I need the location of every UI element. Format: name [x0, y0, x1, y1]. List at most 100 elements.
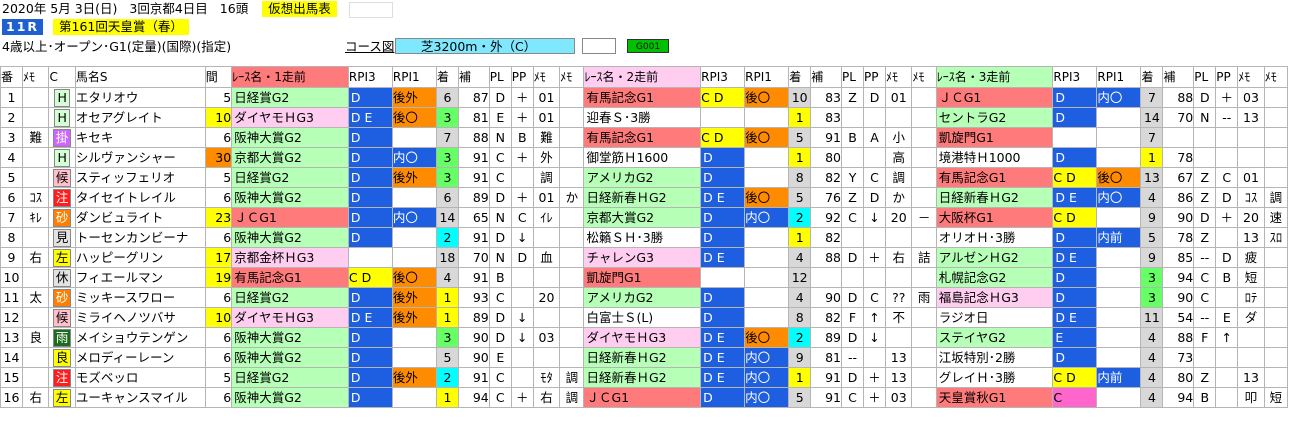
race-memo-1[interactable]: 03 [1237, 87, 1265, 108]
column-header[interactable]: ﾒﾓ [1237, 66, 1265, 88]
table-row[interactable]: 14 良メロディーレーン 6 阪神大賞G2 D 5 90 E 日経新春ＨG2 D E 内〇 9 81 --… [0, 347, 1289, 368]
race-memo-1[interactable]: 叩 [1237, 387, 1265, 408]
horse-name[interactable]: モズベッロ [74, 367, 206, 388]
past-race-name[interactable]: 阪神大賞G2 [231, 127, 349, 148]
race-memo-1[interactable] [1237, 147, 1265, 168]
condition-mark-cell[interactable]: 候 [48, 307, 76, 328]
past-race-name[interactable]: ダイヤモＨG3 [583, 327, 702, 348]
past-race-name[interactable]: 日経賞G2 [231, 87, 349, 108]
race-memo-2[interactable]: 詰 [911, 247, 937, 268]
race-memo-1[interactable] [532, 227, 561, 248]
race-memo-1[interactable]: ﾓﾀ [532, 367, 561, 388]
column-header[interactable]: ﾚｰｽ名・1走前 [231, 66, 349, 88]
column-header[interactable]: PL [841, 66, 865, 88]
memo-cell[interactable] [22, 87, 50, 108]
race-memo-1[interactable] [885, 107, 913, 128]
past-race-name[interactable]: ダイヤモＨG3 [231, 307, 349, 328]
race-memo-1[interactable]: 右 [885, 247, 913, 268]
column-header[interactable]: 馬名S [74, 66, 206, 88]
race-memo-1[interactable] [1237, 327, 1265, 348]
race-memo-1[interactable]: 03 [885, 387, 913, 408]
table-row[interactable]: 3 難掛キセキ 6 阪神大賞G2 D 7 88 N B 難有馬記念G1 C D 後〇 5 91 B A 小凱旋門… [0, 127, 1289, 148]
table-row[interactable]: 11 太砂ミッキースワロー 6 日経賞G2 D 後外 1 93 C 20 アメリカG2 D 4 90 D C?… [0, 287, 1289, 308]
race-memo-2[interactable] [911, 327, 937, 348]
race-memo-1[interactable] [885, 227, 913, 248]
past-race-name[interactable]: 有馬記念G1 [231, 267, 349, 288]
memo-cell[interactable] [22, 107, 50, 128]
race-memo-1[interactable]: ｺｽ [1237, 187, 1265, 208]
column-header[interactable]: PP [510, 66, 534, 88]
column-header[interactable]: C [48, 66, 76, 88]
condition-mark-cell[interactable]: 砂 [48, 287, 76, 308]
race-memo-2[interactable] [559, 147, 585, 168]
memo-cell[interactable]: 右 [22, 387, 50, 408]
condition-mark-cell[interactable]: 雨 [48, 327, 76, 348]
race-memo-2[interactable]: ｽﾛ [1263, 227, 1289, 248]
column-header[interactable]: ﾒﾓ [911, 66, 937, 88]
memo-cell[interactable]: ｷﾚ [22, 207, 50, 228]
past-race-name[interactable]: 日経賞G2 [231, 167, 349, 188]
table-row[interactable]: 7 ｷﾚ砂ダンビュライト 23 ＪＣG1 D 内〇 14 65 N C ｲﾚ 京都大賞G2 D 内〇 2 92… [0, 207, 1289, 228]
past-race-name[interactable]: オリオＨ･3勝 [935, 227, 1054, 248]
race-memo-2[interactable] [559, 327, 585, 348]
column-header[interactable]: RPI1 [391, 66, 437, 88]
race-memo-2[interactable]: 調 [1263, 187, 1289, 208]
past-race-name[interactable]: ＪＣG1 [583, 387, 702, 408]
past-race-name[interactable]: アメリカG2 [583, 287, 702, 308]
past-race-name[interactable]: 札幌記念G2 [935, 267, 1054, 288]
race-memo-2[interactable] [1263, 327, 1289, 348]
column-header[interactable]: ﾚｰｽ名・2走前 [583, 66, 702, 88]
column-header[interactable]: RPI1 [1096, 66, 1142, 88]
condition-mark-cell[interactable]: 掛 [48, 127, 76, 148]
race-memo-2[interactable] [559, 267, 585, 288]
past-race-name[interactable]: 京都大賞G2 [231, 147, 349, 168]
race-memo-2[interactable] [1263, 87, 1289, 108]
table-row[interactable]: 10 休フィエールマン 19 有馬記念G1 C D 後〇 4 91 B 凱旋門G1 12 札幌記念G2… [0, 267, 1289, 288]
past-race-name[interactable]: 江坂特別･2勝 [935, 347, 1054, 368]
past-race-name[interactable]: 迎春Ｓ･3勝 [583, 107, 702, 128]
race-memo-2[interactable] [1263, 127, 1289, 148]
race-memo-2[interactable] [911, 367, 937, 388]
past-race-name[interactable]: ＪＣG1 [231, 207, 349, 228]
past-race-name[interactable]: セントラG2 [935, 107, 1054, 128]
race-memo-1[interactable]: 不 [885, 307, 913, 328]
column-header[interactable]: RPI3 [700, 66, 746, 88]
column-header[interactable]: PL [1193, 66, 1217, 88]
memo-cell[interactable]: 右 [22, 247, 50, 268]
race-memo-2[interactable]: 短 [1263, 387, 1289, 408]
past-race-name[interactable]: 阪神大賞G2 [231, 327, 349, 348]
race-memo-2[interactable] [559, 107, 585, 128]
memo-cell[interactable] [22, 147, 50, 168]
race-memo-1[interactable]: 右 [532, 387, 561, 408]
column-header[interactable]: 間 [204, 66, 233, 88]
race-memo-1[interactable]: 血 [532, 247, 561, 268]
race-memo-2[interactable] [911, 127, 937, 148]
past-race-name[interactable]: 白富士Ｓ(L) [583, 307, 702, 328]
table-row[interactable]: 9 右左ハッピーグリン 17 京都金杯ＨG3 18 70 N D 血チャレンG3 D E 4 88 D ＋… [0, 247, 1289, 268]
past-race-name[interactable]: 阪神大賞G2 [231, 227, 349, 248]
condition-mark-cell[interactable]: 注 [48, 367, 76, 388]
horse-name[interactable]: キセキ [74, 127, 206, 148]
column-header[interactable]: PL [488, 66, 512, 88]
race-memo-1[interactable] [532, 267, 561, 288]
past-race-name[interactable]: 日経新春ＨG2 [935, 187, 1054, 208]
column-header[interactable]: 補 [810, 66, 843, 88]
race-memo-1[interactable]: 調 [885, 167, 913, 188]
past-race-name[interactable]: 有馬記念G1 [583, 127, 702, 148]
race-memo-2[interactable] [911, 87, 937, 108]
horse-name[interactable]: メイショウテンゲン [74, 327, 206, 348]
memo-cell[interactable]: ｺｽ [22, 187, 50, 208]
column-header[interactable]: 着 [788, 66, 812, 88]
past-race-name[interactable]: ＪＣG1 [935, 87, 1054, 108]
past-race-name[interactable]: 福島記念ＨG3 [935, 287, 1054, 308]
condition-mark-cell[interactable]: 砂 [48, 207, 76, 228]
past-race-name[interactable]: 有馬記念G1 [583, 87, 702, 108]
column-header[interactable]: RPI3 [1052, 66, 1098, 88]
column-header[interactable]: 番 [0, 66, 24, 88]
race-memo-2[interactable] [911, 347, 937, 368]
race-memo-2[interactable] [911, 227, 937, 248]
race-memo-2[interactable] [559, 287, 585, 308]
past-race-name[interactable]: アルゼンＨG2 [935, 247, 1054, 268]
race-memo-1[interactable]: 難 [532, 127, 561, 148]
race-memo-1[interactable]: 20 [1237, 207, 1265, 228]
